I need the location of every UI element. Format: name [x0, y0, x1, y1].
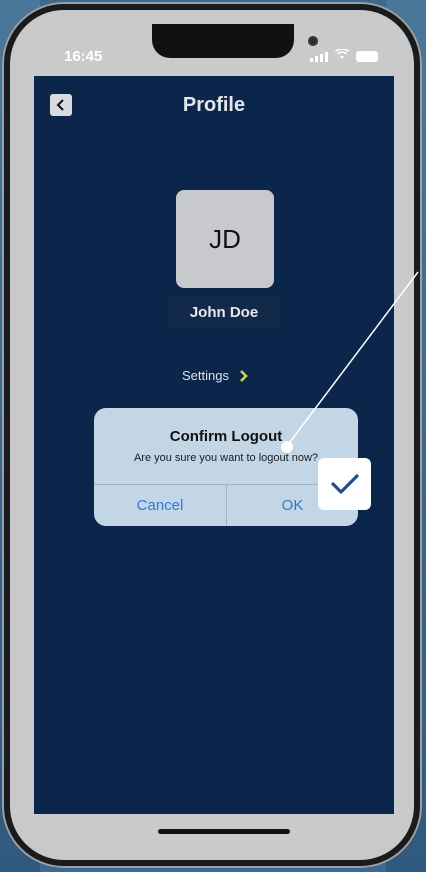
annotation-pointer: [286, 271, 419, 447]
pointer-dot: [281, 441, 293, 453]
checkmark-icon: [330, 474, 359, 494]
checkmark-badge: [318, 458, 371, 510]
pointer-line: [286, 271, 419, 447]
